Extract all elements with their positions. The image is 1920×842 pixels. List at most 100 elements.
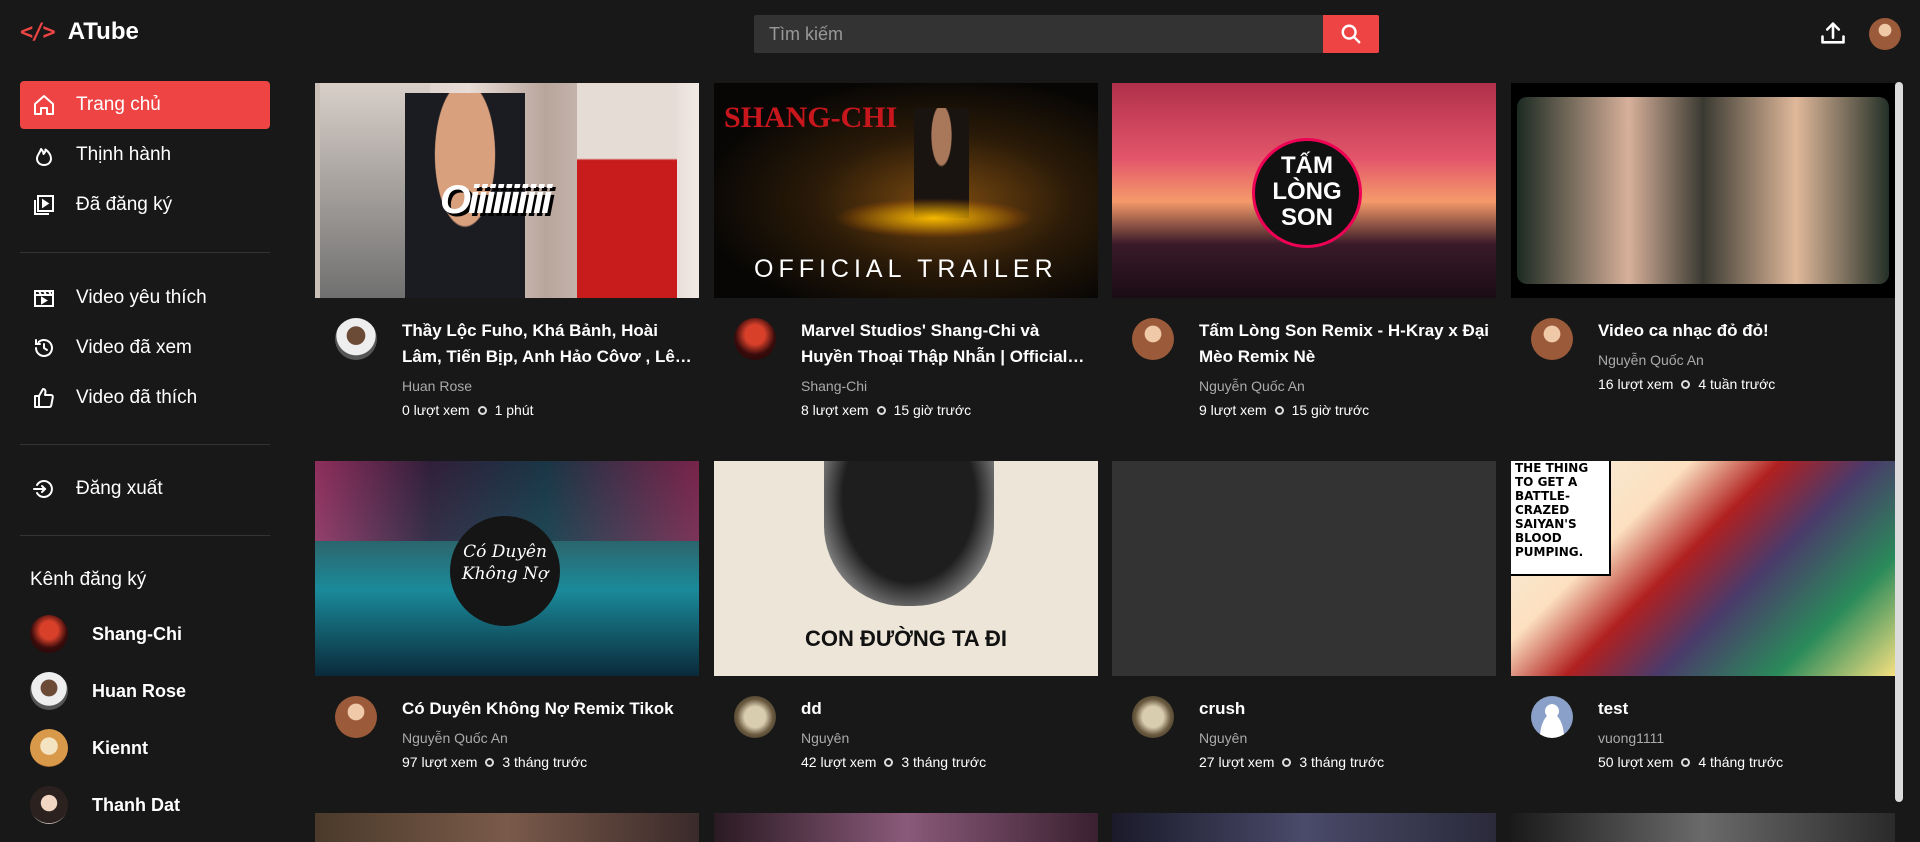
video-title[interactable]: Marvel Studios' Shang-Chi và Huyền Thoại… xyxy=(801,318,1091,370)
video-thumbnail[interactable]: THE THING TO GET A BATTLE-CRAZED SAIYAN'… xyxy=(1511,461,1895,676)
video-card[interactable]: Video ca nhạc đỏ đỏ! Nguyễn Quốc An 16 l… xyxy=(1511,83,1895,392)
video-card[interactable]: CON ĐƯỜNG TA ĐI dd Nguyên 42 lượt xem 3 t… xyxy=(714,461,1098,770)
video-thumbnail[interactable]: Có Duyên Không Nợ xyxy=(315,461,699,676)
subscribed-channel[interactable]: Huan Rose xyxy=(30,671,270,711)
video-title[interactable]: test xyxy=(1598,696,1888,722)
upload-button[interactable] xyxy=(1818,18,1848,48)
upload-time: 4 tháng trước xyxy=(1698,754,1784,770)
video-thumbnail[interactable] xyxy=(315,813,699,842)
default-avatar-icon[interactable] xyxy=(1531,696,1573,738)
channel-avatar[interactable] xyxy=(335,318,377,360)
video-channel-name[interactable]: Nguyên xyxy=(801,730,1091,746)
sidebar-item-liked[interactable]: Video đã thích xyxy=(20,374,270,422)
video-title[interactable]: Tấm Lòng Son Remix - H-Kray x Đại Mèo Re… xyxy=(1199,318,1489,370)
subscribed-channel[interactable]: Thanh Dat xyxy=(30,785,270,825)
scrollbar[interactable] xyxy=(1895,82,1903,802)
video-channel-name[interactable]: Nguyên xyxy=(1199,730,1489,746)
channel-avatar xyxy=(30,786,68,824)
view-count: 0 lượt xem xyxy=(402,402,470,418)
channel-name: Thanh Dat xyxy=(92,794,180,815)
video-thumbnail[interactable] xyxy=(1511,813,1895,842)
upload-time: 3 tháng trước xyxy=(901,754,987,770)
sidebar-item-label: Đăng xuất xyxy=(76,478,163,499)
view-count: 50 lượt xem xyxy=(1598,754,1674,770)
sidebar: Trang chủ Thịnh hành Đã đăng ký Video yê… xyxy=(0,64,290,842)
search-input[interactable] xyxy=(754,15,1323,53)
thumbnail-text: CON ĐƯỜNG TA ĐI xyxy=(804,626,1007,651)
thumbnail-text: Có Duyên Không Nợ xyxy=(461,542,549,584)
channel-name: Shang-Chi xyxy=(92,623,182,644)
subscriptions-heading: Kênh đăng ký xyxy=(30,569,147,590)
sidebar-item-label: Video yêu thích xyxy=(76,287,207,308)
sidebar-item-label: Thịnh hành xyxy=(76,144,172,165)
view-count: 42 lượt xem xyxy=(801,754,877,770)
channel-avatar[interactable] xyxy=(1132,318,1174,360)
video-card[interactable]: Có Duyên Không Nợ Có Duyên Không Nợ Remi… xyxy=(315,461,699,770)
code-icon: </> xyxy=(20,19,56,45)
video-channel-name[interactable]: Nguyễn Quốc An xyxy=(1199,378,1489,394)
upload-time: 15 giờ trước xyxy=(1291,402,1370,418)
separator-dot-icon xyxy=(876,405,886,415)
upload-time: 1 phút xyxy=(494,402,534,418)
video-card[interactable]: THE THING TO GET A BATTLE-CRAZED SAIYAN'… xyxy=(1511,461,1895,770)
video-thumbnail[interactable] xyxy=(1112,813,1496,842)
channel-avatar[interactable] xyxy=(335,696,377,738)
thumbnail-text: TẤM LÒNG SON xyxy=(1272,152,1342,231)
video-thumbnail[interactable] xyxy=(1112,461,1496,676)
video-title[interactable]: Thầy Lộc Fuho, Khá Bảnh, Hoài Lâm, Tiến … xyxy=(402,318,692,370)
separator-dot-icon xyxy=(477,405,487,415)
separator-dot-icon xyxy=(1681,379,1691,389)
sidebar-item-label: Video đã thích xyxy=(76,387,198,408)
video-thumbnail[interactable]: CON ĐƯỜNG TA ĐI xyxy=(714,461,1098,676)
video-channel-name[interactable]: Huan Rose xyxy=(402,378,692,394)
video-channel-name[interactable]: Nguyễn Quốc An xyxy=(1598,352,1888,368)
video-thumbnail[interactable]: SHANG-CHI OFFICIAL TRAILER xyxy=(714,83,1098,298)
video-card[interactable]: TẤM LÒNG SON Tấm Lòng Son Remix - H-Kray… xyxy=(1112,83,1496,418)
sidebar-item-subscriptions[interactable]: Đã đăng ký xyxy=(20,181,270,229)
divider xyxy=(20,444,270,445)
video-title[interactable]: crush xyxy=(1199,696,1489,722)
sidebar-item-label: Video đã xem xyxy=(76,337,192,358)
search-icon xyxy=(1341,24,1361,44)
channel-avatar[interactable] xyxy=(1132,696,1174,738)
sidebar-item-watched[interactable]: Video đã xem xyxy=(20,324,270,372)
video-card[interactable]: crush Nguyên 27 lượt xem 3 tháng trước xyxy=(1112,461,1496,770)
channel-avatar[interactable] xyxy=(734,318,776,360)
sidebar-item-favorite-videos[interactable]: Video yêu thích xyxy=(20,274,270,322)
thumbnail-text: THE THING TO GET A BATTLE-CRAZED SAIYAN'… xyxy=(1515,461,1589,559)
subscribed-channel[interactable]: Shang-Chi xyxy=(30,614,270,654)
search-bar xyxy=(754,15,1379,53)
sidebar-item-home[interactable]: Trang chủ xyxy=(20,81,270,129)
search-button[interactable] xyxy=(1323,15,1379,53)
logout-icon xyxy=(33,480,53,498)
video-channel-name[interactable]: vuong1111 xyxy=(1598,730,1888,746)
video-title[interactable]: Video ca nhạc đỏ đỏ! xyxy=(1598,318,1888,344)
thumbnail-text: OFFICIAL TRAILER xyxy=(754,255,1058,283)
top-header: </> ATube xyxy=(0,0,1920,64)
logo[interactable]: </> ATube xyxy=(20,18,139,46)
divider xyxy=(20,535,270,536)
subscribed-channel[interactable]: Kiennt xyxy=(30,728,270,768)
sidebar-item-trending[interactable]: Thịnh hành xyxy=(20,131,270,179)
channel-avatar[interactable] xyxy=(734,696,776,738)
video-channel-name[interactable]: Shang-Chi xyxy=(801,378,1091,394)
video-channel-name[interactable]: Nguyễn Quốc An xyxy=(402,730,692,746)
channel-avatar xyxy=(30,615,68,653)
user-avatar[interactable] xyxy=(1869,18,1901,50)
sidebar-item-logout[interactable]: Đăng xuất xyxy=(20,465,270,513)
home-icon xyxy=(34,95,54,115)
view-count: 97 lượt xem xyxy=(402,754,478,770)
video-thumbnail[interactable]: Oiiiiiiiiii xyxy=(315,83,699,298)
video-thumbnail[interactable] xyxy=(714,813,1098,842)
video-card[interactable]: SHANG-CHI OFFICIAL TRAILER Marvel Studio… xyxy=(714,83,1098,418)
separator-dot-icon xyxy=(884,757,894,767)
video-thumbnail[interactable]: TẤM LÒNG SON xyxy=(1112,83,1496,298)
video-thumbnail[interactable] xyxy=(1511,83,1895,298)
video-title[interactable]: Có Duyên Không Nợ Remix Tikok xyxy=(402,696,692,722)
separator-dot-icon xyxy=(485,757,495,767)
video-card[interactable]: Oiiiiiiiiii Thầy Lộc Fuho, Khá Bảnh, Hoà… xyxy=(315,83,699,418)
favorite-video-icon xyxy=(34,290,54,307)
channel-avatar[interactable] xyxy=(1531,318,1573,360)
divider xyxy=(20,252,270,253)
video-title[interactable]: dd xyxy=(801,696,1091,722)
